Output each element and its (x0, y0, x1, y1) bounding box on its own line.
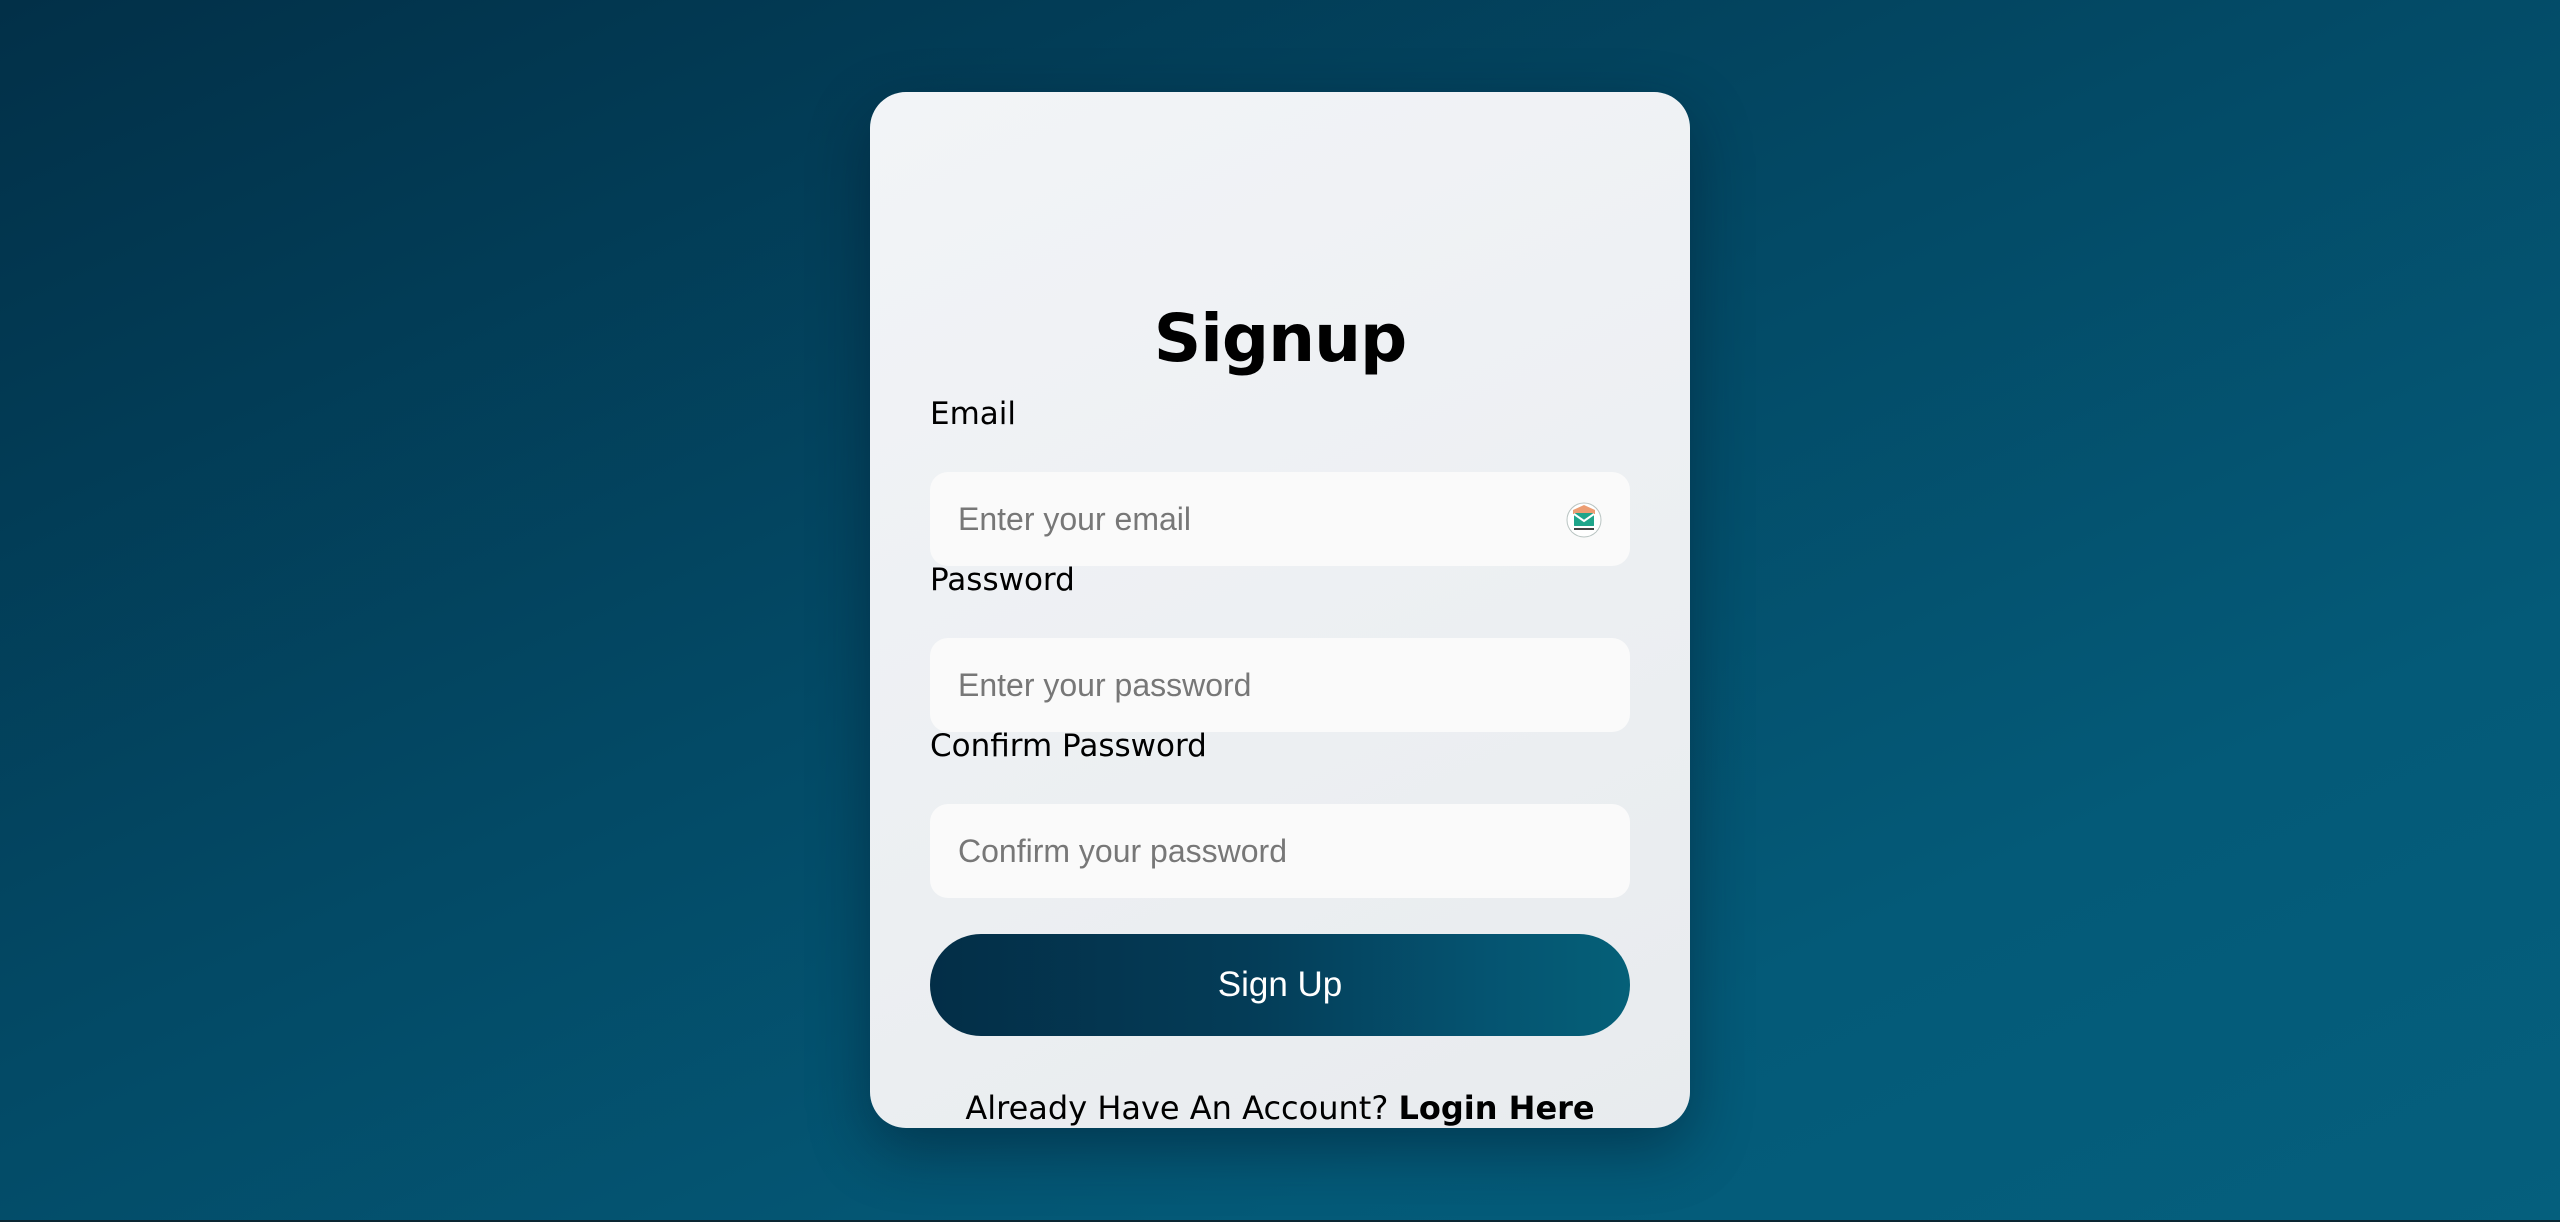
login-prompt: Already Have An Account? Login Here (870, 1083, 1690, 1133)
login-prompt-text: Already Have An Account? (965, 1089, 1389, 1127)
email-field[interactable] (930, 472, 1630, 566)
sign-up-button-label: Sign Up (1217, 965, 1343, 1004)
password-label: Password (930, 562, 1075, 598)
confirm-password-label: Confirm Password (930, 728, 1207, 764)
login-link[interactable]: Login Here (1398, 1089, 1594, 1127)
email-field-container (930, 472, 1630, 566)
password-field-container (930, 638, 1630, 732)
password-field[interactable] (930, 638, 1630, 732)
email-extension-icon[interactable] (1564, 500, 1604, 540)
confirm-password-field[interactable] (930, 804, 1630, 898)
confirm-password-field-container (930, 804, 1630, 898)
page-title: Signup (1153, 300, 1408, 377)
email-label: Email (930, 396, 1017, 432)
signup-card: Signup Email Password Confirm Password S… (870, 92, 1690, 1128)
sign-up-button[interactable]: Sign Up (930, 934, 1630, 1036)
